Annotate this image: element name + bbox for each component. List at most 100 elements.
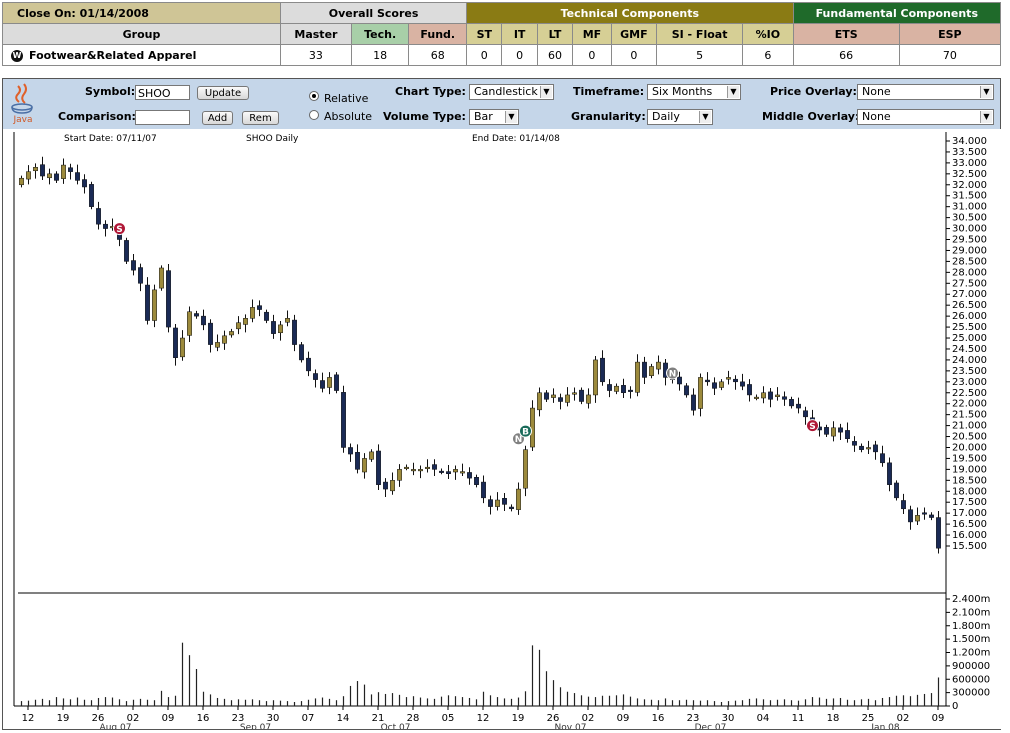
candle-body — [572, 392, 577, 395]
candle-body — [859, 445, 864, 450]
candle-body — [537, 392, 542, 411]
candle-body — [320, 380, 325, 389]
comparison-label: Comparison: — [58, 110, 136, 123]
price-overlay-select[interactable]: None ▼ — [857, 84, 994, 100]
candle-body — [138, 267, 143, 284]
candle-body — [726, 377, 731, 380]
candle-body — [474, 477, 479, 485]
candle-body — [565, 394, 570, 403]
candle-body — [775, 394, 780, 397]
candle-body — [26, 171, 31, 180]
time-tick-label: 16 — [197, 713, 210, 724]
col-it[interactable]: IT — [501, 23, 538, 45]
start-date-label: Start Date: 07/11/07 — [64, 134, 157, 144]
chevron-down-icon: ▼ — [699, 111, 711, 123]
price-tick-label: 20.500 — [952, 432, 987, 443]
candle-body — [173, 327, 178, 358]
candle-body — [915, 515, 920, 522]
granularity-label: Granularity: — [571, 110, 646, 123]
price-tick-label: 24.500 — [952, 344, 987, 355]
month-label: Sep 07 — [240, 723, 271, 729]
price-tick-label: 27.000 — [952, 289, 987, 300]
col-si-float[interactable]: SI - Float — [656, 23, 744, 45]
st-score: 0 — [466, 44, 503, 66]
col-fund[interactable]: Fund. — [408, 23, 468, 45]
rem-button[interactable]: Rem — [242, 111, 279, 125]
candle-body — [313, 373, 318, 380]
absolute-radio[interactable] — [309, 110, 319, 120]
price-tick-label: 17.500 — [952, 497, 987, 508]
candle-body — [229, 331, 234, 336]
candle-body — [740, 381, 745, 387]
add-button[interactable]: Add — [202, 111, 233, 125]
col-esp[interactable]: ESP — [898, 23, 1002, 45]
candle-body — [411, 469, 416, 472]
group-cell[interactable]: W Footwear&Related Apparel — [1, 44, 282, 66]
col-lt[interactable]: LT — [536, 23, 574, 45]
price-tick-label: 18.000 — [952, 486, 987, 497]
comparison-input[interactable] — [135, 110, 190, 125]
col-pct-io[interactable]: %IO — [742, 23, 794, 45]
price-tick-label: 18.500 — [952, 475, 987, 486]
candle-body — [579, 389, 584, 402]
candle-body — [278, 324, 283, 334]
granularity-value: Daily — [652, 110, 680, 123]
col-mf[interactable]: MF — [572, 23, 612, 45]
it-score: 0 — [501, 44, 538, 66]
price-tick-label: 17.000 — [952, 508, 987, 519]
price-volume-chart[interactable]: Start Date: 07/11/07 SHOO Daily End Date… — [4, 129, 1001, 729]
java-logo-icon: Java — [11, 83, 33, 124]
candle-body — [285, 318, 290, 323]
candle-body — [390, 480, 395, 492]
col-group[interactable]: Group — [1, 23, 282, 45]
candle-body — [733, 378, 738, 383]
candle-body — [593, 359, 598, 396]
signal-marker-label: N — [669, 370, 677, 380]
candle-body — [61, 164, 66, 179]
volume-type-select[interactable]: Bar ▼ — [469, 109, 519, 125]
candle-body — [628, 389, 633, 392]
volume-tick-label: 1.500m — [952, 634, 990, 645]
symbol-input[interactable]: SHOO — [135, 85, 190, 100]
price-axis-ticks: 34.00033.50033.00032.50032.00031.50031.0… — [946, 136, 987, 552]
candle-body — [348, 447, 353, 455]
middle-overlay-select[interactable]: None ▼ — [857, 109, 994, 125]
candle-body — [635, 361, 640, 393]
granularity-select[interactable]: Daily ▼ — [647, 109, 713, 125]
volume-tick-label: 600000 — [952, 674, 990, 685]
candle-body — [495, 499, 500, 507]
price-tick-label: 20.000 — [952, 442, 987, 453]
volume-type-label: Volume Type: — [383, 110, 466, 123]
col-ets[interactable]: ETS — [792, 23, 900, 45]
candle-body — [852, 441, 857, 446]
candle-body — [40, 164, 45, 177]
relative-radio[interactable] — [309, 91, 319, 101]
col-tech[interactable]: Tech. — [350, 23, 410, 45]
month-label: Dec 07 — [695, 723, 727, 729]
update-button[interactable]: Update — [197, 86, 249, 100]
candle-body — [614, 385, 619, 392]
candle-body — [201, 315, 206, 326]
candle-body — [33, 167, 38, 172]
group-name: Footwear&Related Apparel — [29, 48, 197, 62]
candle-body — [369, 451, 374, 460]
candle-body — [642, 361, 647, 378]
volume-tick-label: 1.200m — [952, 648, 990, 659]
col-master[interactable]: Master — [280, 23, 352, 45]
mf-score: 0 — [572, 44, 612, 66]
candle-body — [341, 392, 346, 448]
timeframe-select[interactable]: Six Months ▼ — [647, 84, 741, 100]
candle-body — [222, 335, 227, 344]
chart-type-select[interactable]: Candlestick ▼ — [469, 84, 554, 100]
col-gmf[interactable]: GMF — [610, 23, 658, 45]
price-tick-label: 15.500 — [952, 541, 987, 552]
volume-axis-ticks: 2.400m 2.100m 1.800m 1.500m 1.200m 900000 6000… — [946, 594, 990, 712]
chart-controls: Java Symbol: SHOO Update Comparison: Add… — [3, 79, 1000, 129]
col-st[interactable]: ST — [466, 23, 503, 45]
candle-body — [516, 488, 521, 510]
time-tick-label: 19 — [57, 713, 70, 724]
candle-body — [194, 313, 199, 317]
time-tick-label: 09 — [932, 713, 945, 724]
candle-body — [803, 410, 808, 418]
price-tick-label: 33.000 — [952, 158, 987, 169]
